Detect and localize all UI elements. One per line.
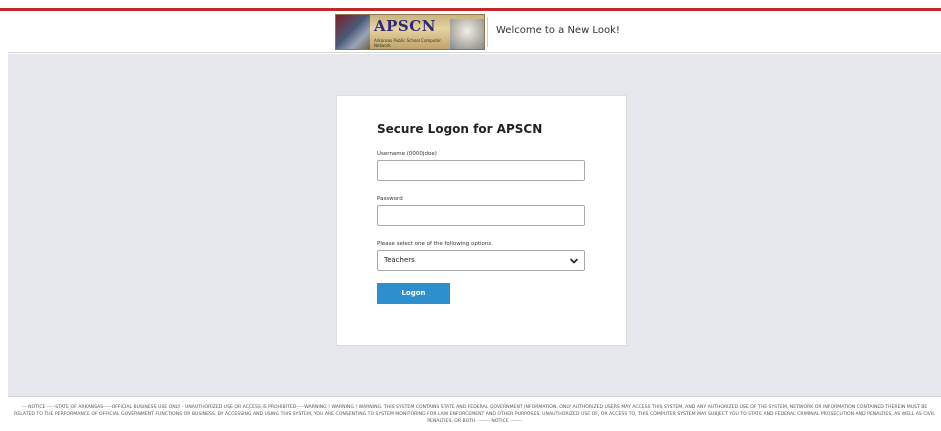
password-label: Password bbox=[377, 196, 403, 202]
login-title: Secure Logon for APSCN bbox=[377, 122, 543, 136]
user-type-select[interactable]: Teachers bbox=[377, 250, 585, 271]
login-card: Secure Logon for APSCN Username (0000jdo… bbox=[336, 95, 627, 346]
left-margin bbox=[0, 11, 8, 431]
header-divider bbox=[487, 17, 488, 47]
password-input[interactable] bbox=[377, 205, 585, 226]
top-bar bbox=[0, 0, 941, 8]
legal-notice: --- NOTICE -----STATE OF ARKANSAS-----OF… bbox=[14, 405, 935, 424]
logo-flag-graphic bbox=[336, 15, 370, 49]
username-label: Username (0000jdoe) bbox=[377, 151, 437, 157]
logon-button[interactable]: Logon bbox=[377, 283, 450, 304]
logo-text: APSCN bbox=[374, 17, 436, 35]
options-label: Please select one of the following optio… bbox=[377, 241, 493, 247]
chevron-down-icon bbox=[570, 258, 578, 264]
selected-option: Teachers bbox=[384, 256, 415, 264]
page-header: APSCN Arkansas Public School Computer Ne… bbox=[8, 11, 941, 53]
footer-divider bbox=[8, 396, 941, 397]
capitol-building-graphic bbox=[450, 19, 484, 49]
welcome-message: Welcome to a New Look! bbox=[496, 25, 620, 36]
logo-subtext: Arkansas Public School Computer Network bbox=[374, 38, 442, 48]
apscn-logo: APSCN Arkansas Public School Computer Ne… bbox=[335, 14, 485, 50]
username-input[interactable] bbox=[377, 160, 585, 181]
